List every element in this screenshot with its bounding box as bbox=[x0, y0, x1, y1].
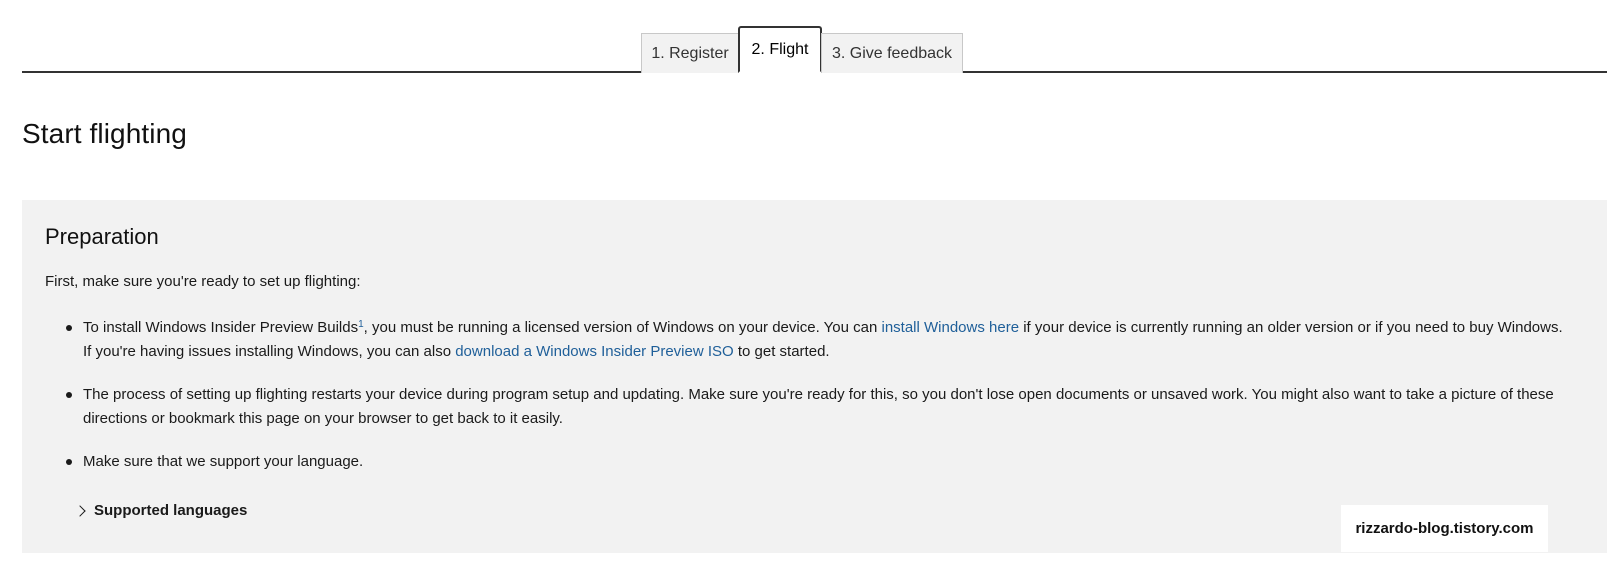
bullet-text: The process of setting up flighting rest… bbox=[83, 386, 1554, 427]
tab-register[interactable]: 1. Register bbox=[641, 33, 739, 73]
page: 1. Register 2. Flight 3. Give feedback S… bbox=[0, 0, 1607, 577]
install-windows-link[interactable]: install Windows here bbox=[881, 319, 1019, 336]
bullet-dot-icon bbox=[66, 325, 72, 331]
bullet-dot-icon bbox=[66, 392, 72, 398]
bullet-text: Make sure that we support your language. bbox=[83, 453, 364, 470]
list-item: Make sure that we support your language. bbox=[45, 450, 1565, 474]
step-tabs: 1. Register 2. Flight 3. Give feedback bbox=[22, 26, 1607, 73]
bullet-text: To install Windows Insider Preview Build… bbox=[83, 319, 359, 336]
chevron-right-icon bbox=[74, 504, 86, 517]
preparation-intro: First, make sure you're ready to set up … bbox=[45, 273, 361, 290]
watermark: rizzardo-blog.tistory.com bbox=[1341, 505, 1548, 552]
list-item: To install Windows Insider Preview Build… bbox=[45, 316, 1565, 364]
bullet-dot-icon bbox=[66, 459, 72, 465]
page-title: Start flighting bbox=[22, 118, 187, 149]
expander-label: Supported languages bbox=[94, 502, 248, 519]
tab-flight[interactable]: 2. Flight bbox=[738, 26, 822, 73]
bullet-text: , you must be running a licensed version… bbox=[363, 319, 882, 336]
download-iso-link[interactable]: download a Windows Insider Preview ISO bbox=[455, 343, 733, 360]
supported-languages-expander[interactable]: Supported languages bbox=[74, 502, 248, 519]
list-item: The process of setting up flighting rest… bbox=[45, 383, 1565, 431]
tab-give-feedback[interactable]: 3. Give feedback bbox=[821, 33, 963, 73]
preparation-list: To install Windows Insider Preview Build… bbox=[45, 316, 1565, 493]
preparation-panel: Preparation First, make sure you're read… bbox=[22, 200, 1607, 553]
footnote-link[interactable]: 1 bbox=[358, 319, 364, 330]
bullet-text: to get started. bbox=[733, 343, 830, 360]
preparation-heading: Preparation bbox=[45, 224, 159, 249]
